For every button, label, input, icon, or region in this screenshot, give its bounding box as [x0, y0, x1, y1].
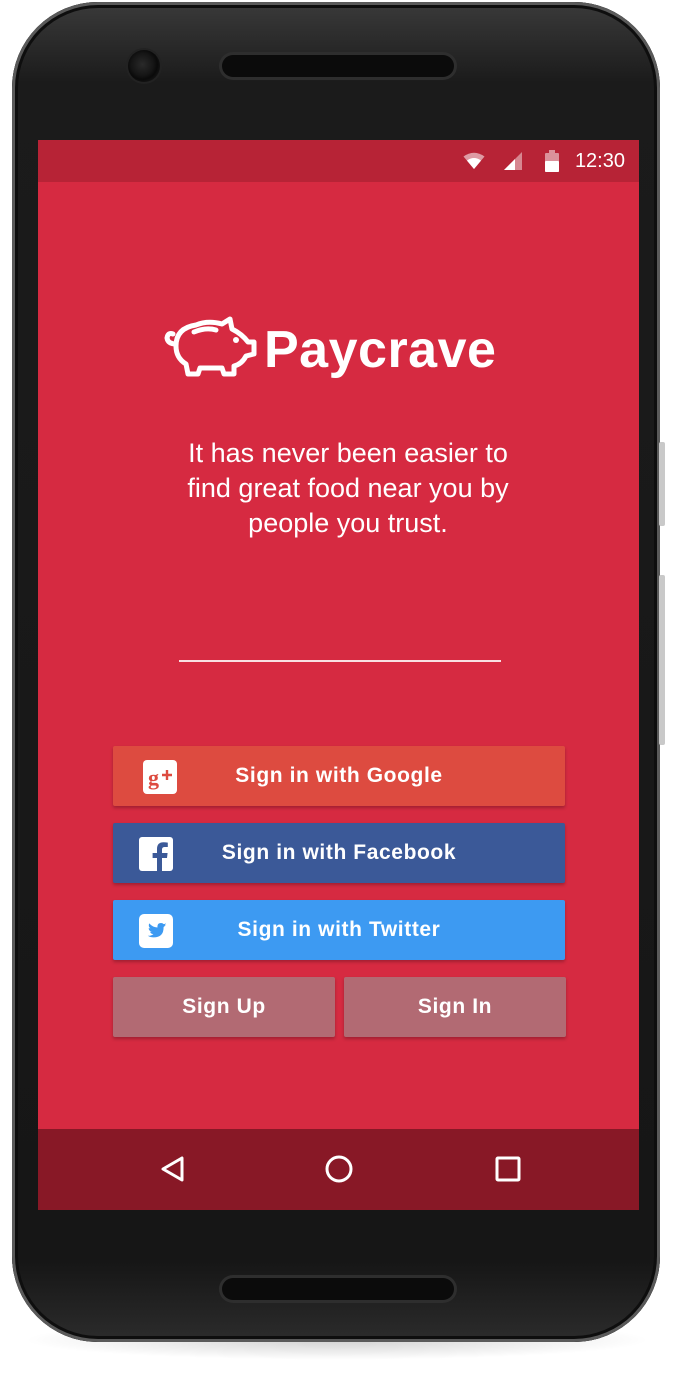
twitter-sign-in-label: Sign in with Twitter: [237, 918, 441, 941]
status-time: 12:30: [574, 149, 625, 172]
app-name: Paycrave: [264, 320, 497, 379]
nav-home-button[interactable]: [319, 1151, 359, 1191]
sign-in-button[interactable]: Sign In: [344, 977, 566, 1037]
wifi-icon: [463, 152, 485, 170]
google-sign-in-label: Sign in with Google: [235, 764, 443, 787]
twitter-sign-in-button[interactable]: Sign in with Twitter: [113, 900, 565, 960]
cellular-signal-icon: [503, 151, 523, 171]
sign-in-label: Sign In: [417, 995, 493, 1018]
divider: [179, 660, 501, 662]
facebook-icon: [139, 837, 173, 871]
app-logo: Paycrave: [162, 316, 496, 383]
facebook-sign-in-button[interactable]: Sign in with Facebook: [113, 823, 565, 883]
status-icons: 12:30: [463, 140, 625, 182]
piggy-bank-icon: [162, 316, 258, 383]
home-icon: [324, 1154, 354, 1189]
sign-up-label: Sign Up: [182, 995, 266, 1018]
nav-back-button[interactable]: [153, 1151, 193, 1191]
volume-button: [659, 575, 665, 745]
google-sign-in-button[interactable]: g Sign in with Google: [113, 746, 565, 806]
tagline: It has never been easier to find great f…: [187, 438, 509, 538]
power-button: [659, 442, 665, 526]
back-icon: [159, 1155, 187, 1188]
twitter-icon: [139, 914, 173, 948]
recents-icon: [494, 1155, 522, 1188]
top-speaker: [222, 55, 454, 77]
facebook-sign-in-label: Sign in with Facebook: [221, 841, 457, 864]
status-bar: 12:30: [38, 140, 639, 182]
svg-text:g: g: [148, 765, 160, 790]
nav-recents-button[interactable]: [488, 1151, 528, 1191]
battery-icon: [544, 150, 559, 172]
front-camera: [128, 50, 160, 82]
screen: 12:30 Paycrave It has never been easier …: [38, 140, 639, 1210]
sign-up-button[interactable]: Sign Up: [113, 977, 335, 1037]
google-plus-icon: g: [143, 760, 177, 794]
navigation-bar: [38, 1129, 639, 1210]
bottom-speaker: [222, 1278, 454, 1300]
